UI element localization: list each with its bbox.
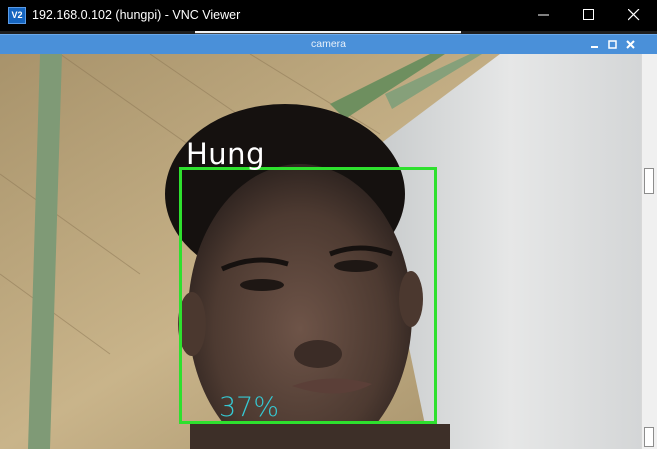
- scrollbar-thumb[interactable]: [644, 168, 654, 194]
- window-close-button[interactable]: [611, 0, 657, 31]
- vnc-logo-icon: V2: [8, 7, 26, 24]
- camera-window-titlebar[interactable]: camera: [0, 34, 657, 54]
- face-label-name: Hung: [186, 137, 265, 171]
- vnc-titlebar[interactable]: V2 192.168.0.102 (hungpi) - VNC Viewer: [0, 0, 657, 31]
- camera-minimize-button[interactable]: [588, 38, 601, 51]
- window-minimize-button[interactable]: [521, 0, 567, 31]
- face-label-confidence: 37%: [219, 392, 280, 423]
- camera-close-button[interactable]: [624, 38, 637, 51]
- close-icon: [626, 40, 635, 49]
- window-title: 192.168.0.102 (hungpi) - VNC Viewer: [32, 8, 241, 22]
- maximize-icon: [608, 40, 617, 49]
- scrollbar-thumb-lower[interactable]: [644, 427, 654, 447]
- vertical-scrollbar[interactable]: [641, 54, 657, 449]
- minimize-icon: [538, 14, 549, 16]
- face-detection-box: [179, 167, 437, 424]
- camera-window-title: camera: [310, 38, 346, 50]
- window-maximize-button[interactable]: [566, 0, 612, 31]
- camera-maximize-button[interactable]: [606, 38, 619, 51]
- maximize-icon: [583, 9, 594, 20]
- minimize-icon: [591, 46, 598, 48]
- close-icon: [628, 9, 640, 21]
